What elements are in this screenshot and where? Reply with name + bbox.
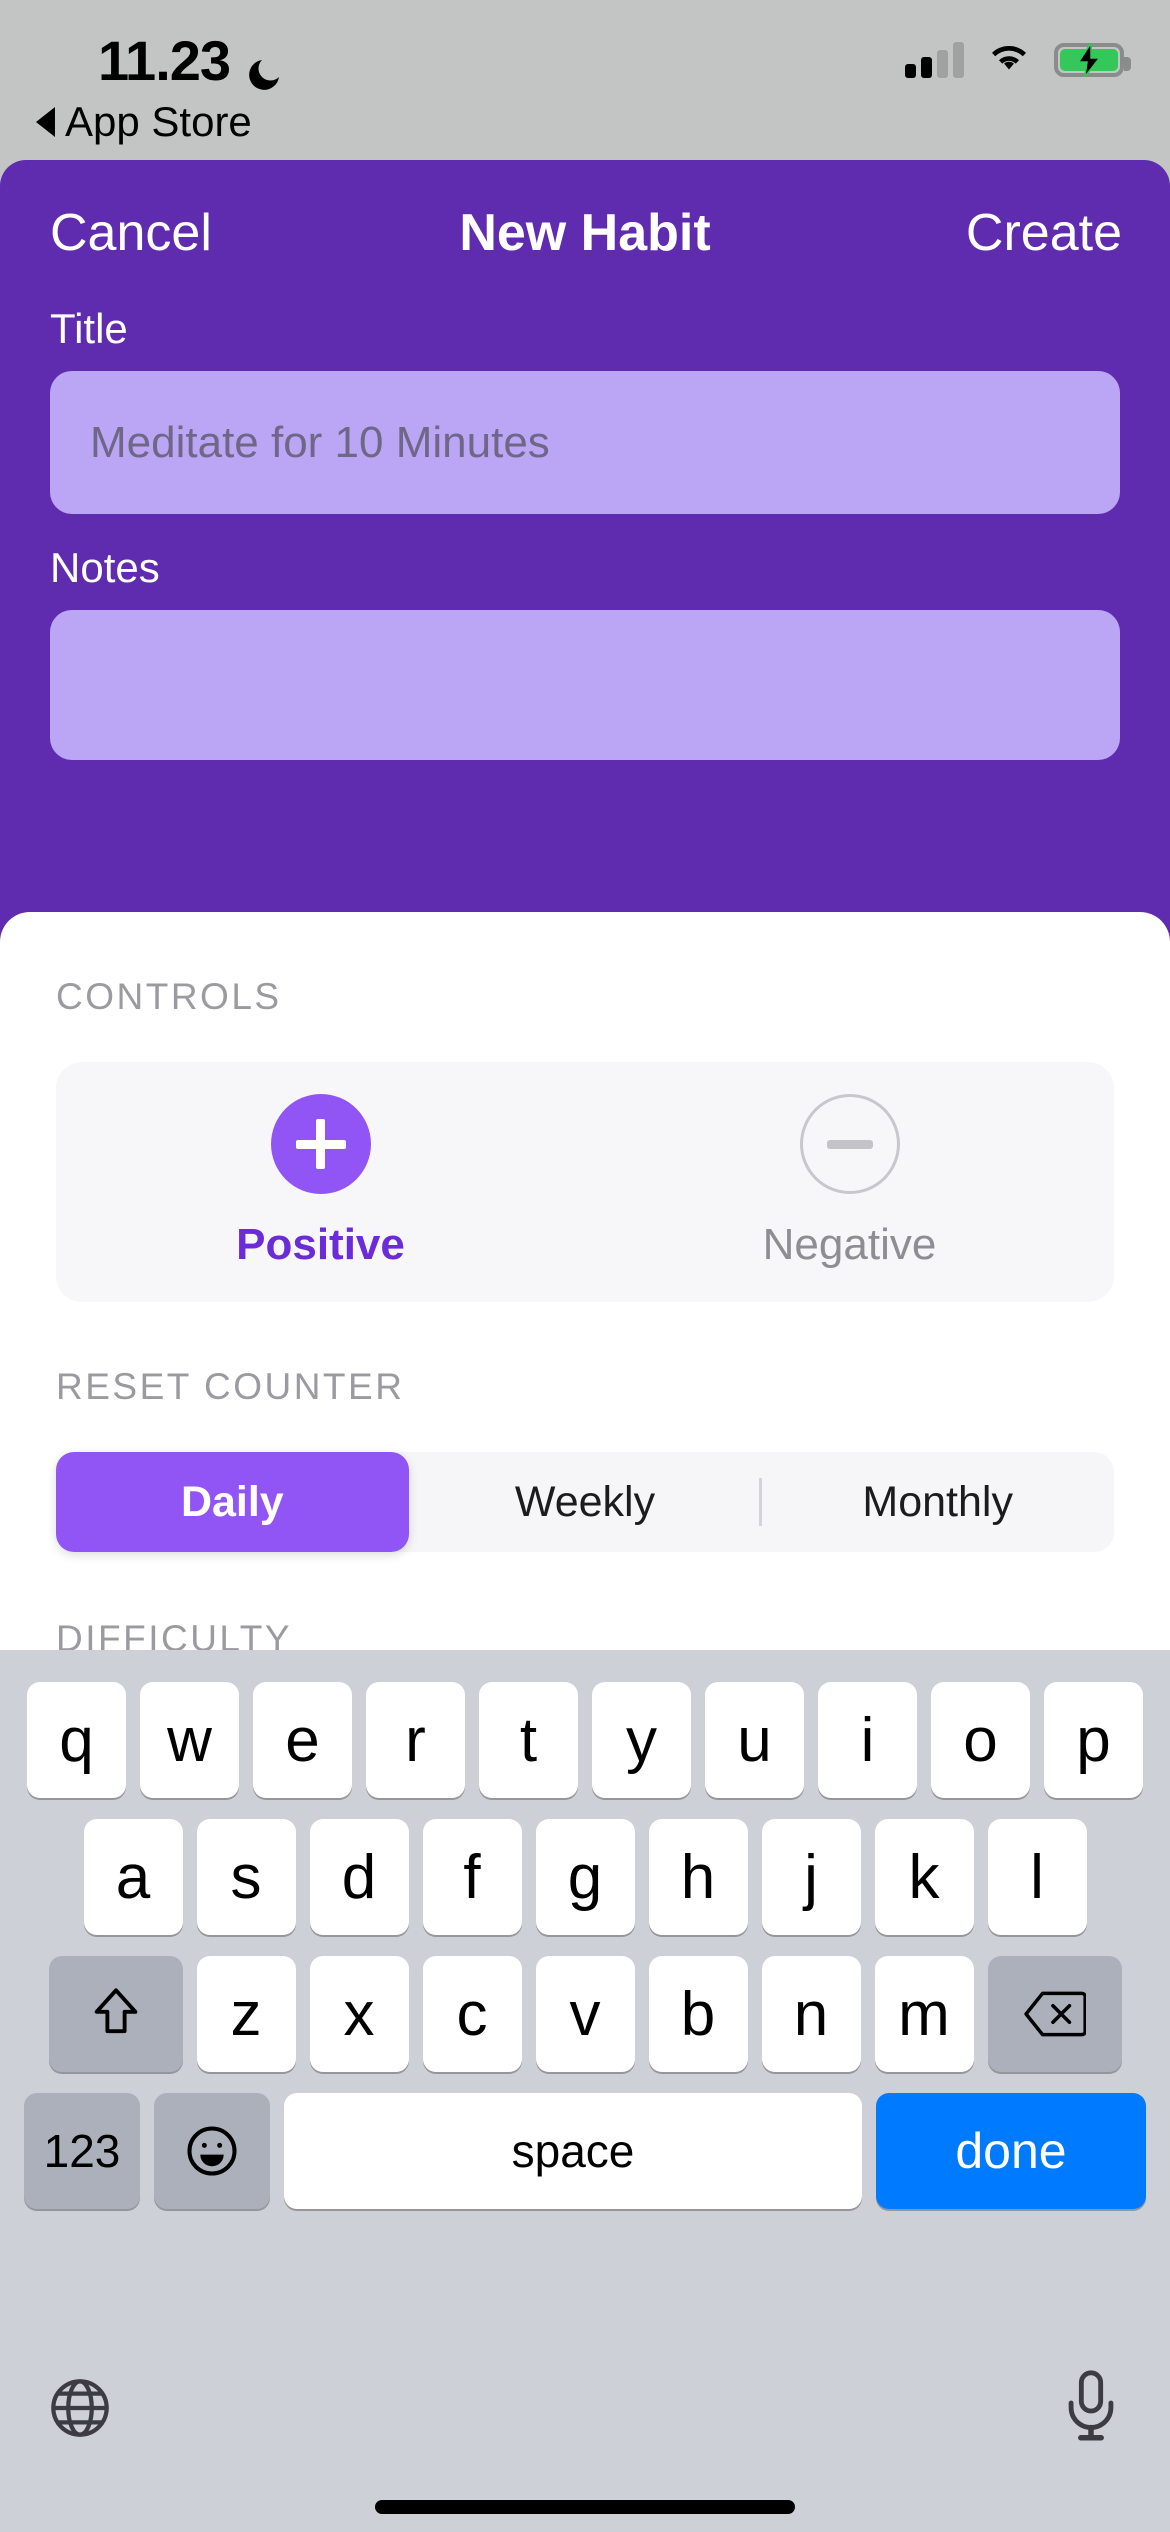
keyboard-row-1: q w e r t y u i o p bbox=[0, 1650, 1170, 1798]
back-to-app-store[interactable]: App Store bbox=[36, 98, 252, 146]
reset-counter-section-label: RESET COUNTER bbox=[56, 1366, 405, 1407]
numbers-key[interactable]: 123 bbox=[24, 2093, 140, 2209]
key-u[interactable]: u bbox=[705, 1682, 804, 1798]
plus-icon bbox=[270, 1094, 371, 1194]
status-bar: 11.23 App Store bbox=[0, 0, 1170, 160]
key-l[interactable]: l bbox=[987, 1819, 1087, 1935]
battery-charging-icon bbox=[1054, 42, 1131, 77]
habit-form: Title Notes bbox=[0, 305, 1170, 765]
status-indicators bbox=[905, 40, 1131, 79]
cellular-signal-icon bbox=[905, 41, 964, 78]
key-q[interactable]: q bbox=[27, 1682, 126, 1798]
segment-daily[interactable]: Daily bbox=[56, 1452, 409, 1552]
positive-label: Positive bbox=[236, 1220, 405, 1269]
positive-icon-wrap bbox=[270, 1094, 371, 1194]
key-x[interactable]: x bbox=[309, 1956, 409, 2072]
controls-selector: Positive Negative bbox=[56, 1062, 1114, 1302]
negative-control-option[interactable]: Negative bbox=[585, 1094, 1114, 1270]
key-m[interactable]: m bbox=[874, 1956, 974, 2072]
minus-icon bbox=[799, 1094, 900, 1194]
segment-monthly[interactable]: Monthly bbox=[761, 1452, 1114, 1552]
home-indicator bbox=[375, 2500, 795, 2514]
key-a[interactable]: a bbox=[83, 1819, 183, 1935]
controls-section-label: CONTROLS bbox=[56, 976, 282, 1017]
on-screen-keyboard: q w e r t y u i o p a s d f g h j k l z … bbox=[0, 1650, 1170, 2532]
done-key[interactable]: done bbox=[876, 2093, 1146, 2209]
positive-control-option[interactable]: Positive bbox=[56, 1094, 585, 1270]
key-o[interactable]: o bbox=[931, 1682, 1030, 1798]
keyboard-row-3: z x c v b n m bbox=[0, 1935, 1170, 2072]
emoji-icon[interactable] bbox=[154, 2093, 270, 2209]
navigation-bar: Cancel New Habit Create bbox=[0, 160, 1170, 305]
shift-icon[interactable] bbox=[48, 1956, 183, 2072]
key-k[interactable]: k bbox=[874, 1819, 974, 1935]
segment-weekly[interactable]: Weekly bbox=[409, 1452, 762, 1552]
key-j[interactable]: j bbox=[761, 1819, 861, 1935]
key-r[interactable]: r bbox=[366, 1682, 465, 1798]
key-e[interactable]: e bbox=[253, 1682, 352, 1798]
backspace-icon[interactable] bbox=[987, 1956, 1122, 2072]
title-field-label: Title bbox=[50, 305, 128, 352]
key-s[interactable]: s bbox=[196, 1819, 296, 1935]
title-input[interactable] bbox=[50, 371, 1120, 514]
status-time-group: 11.23 bbox=[98, 28, 284, 93]
negative-label: Negative bbox=[762, 1220, 937, 1269]
iphone-screen: 11.23 App Store Cancel New Habit Create … bbox=[0, 0, 1170, 2532]
notes-input[interactable] bbox=[50, 610, 1120, 760]
key-n[interactable]: n bbox=[761, 1956, 861, 2072]
key-c[interactable]: c bbox=[422, 1956, 522, 2072]
microphone-icon[interactable] bbox=[1062, 2370, 1120, 2449]
key-i[interactable]: i bbox=[818, 1682, 917, 1798]
page-title: New Habit bbox=[459, 203, 711, 262]
moon-icon bbox=[244, 43, 284, 90]
reset-counter-segmented-control: Daily Weekly Monthly bbox=[56, 1452, 1114, 1552]
key-p[interactable]: p bbox=[1044, 1682, 1143, 1798]
notes-field-label: Notes bbox=[50, 544, 160, 591]
key-h[interactable]: h bbox=[648, 1819, 748, 1935]
key-d[interactable]: d bbox=[309, 1819, 409, 1935]
status-time: 11.23 bbox=[98, 29, 231, 92]
key-y[interactable]: y bbox=[592, 1682, 691, 1798]
key-t[interactable]: t bbox=[479, 1682, 578, 1798]
back-label: App Store bbox=[65, 98, 252, 145]
globe-icon[interactable] bbox=[48, 2376, 112, 2445]
key-z[interactable]: z bbox=[196, 1956, 296, 2072]
keyboard-row-4: 123 space done bbox=[0, 2072, 1170, 2209]
key-v[interactable]: v bbox=[535, 1956, 635, 2072]
key-g[interactable]: g bbox=[535, 1819, 635, 1935]
negative-icon-wrap bbox=[799, 1094, 900, 1194]
cancel-button[interactable]: Cancel bbox=[50, 203, 212, 263]
key-w[interactable]: w bbox=[140, 1682, 239, 1798]
key-b[interactable]: b bbox=[648, 1956, 748, 2072]
key-f[interactable]: f bbox=[422, 1819, 522, 1935]
keyboard-row-2: a s d f g h j k l bbox=[0, 1798, 1170, 1935]
create-button[interactable]: Create bbox=[966, 203, 1122, 263]
wifi-icon bbox=[986, 40, 1032, 79]
space-key[interactable]: space bbox=[284, 2093, 862, 2209]
keyboard-bottom-bar bbox=[0, 2342, 1170, 2532]
back-arrow-icon bbox=[36, 107, 55, 137]
